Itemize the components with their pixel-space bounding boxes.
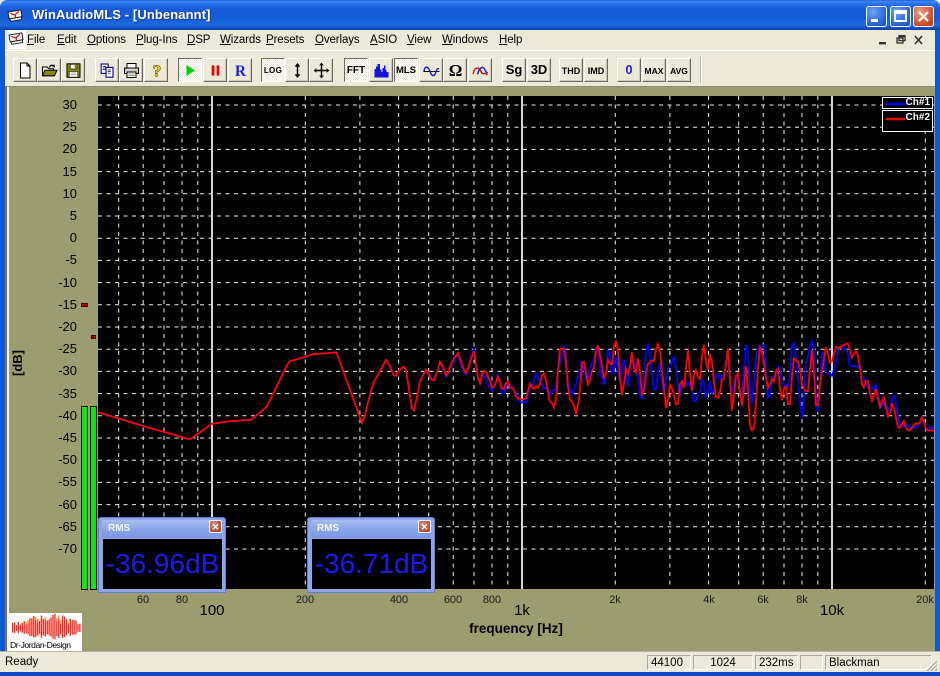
svg-text:Ω: Ω [449,62,463,79]
svg-text:?: ? [153,62,161,79]
svg-text:R: R [235,63,247,79]
